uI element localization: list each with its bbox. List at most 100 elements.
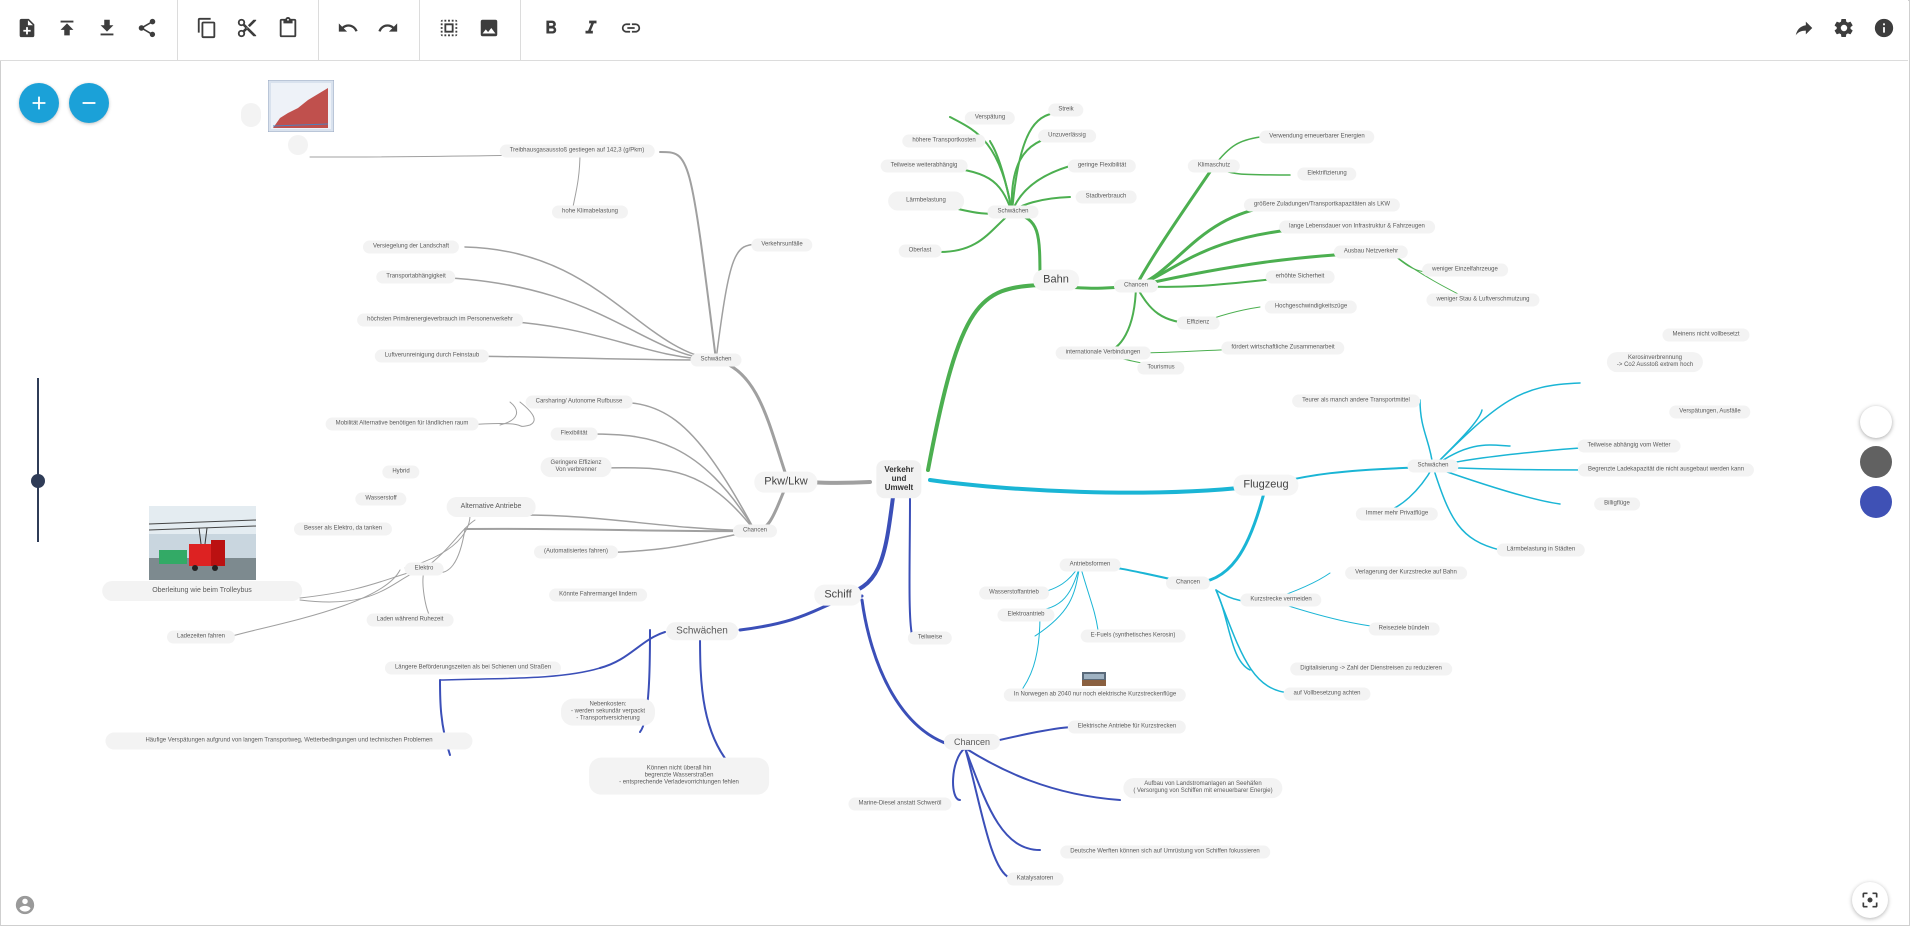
pkw-hybrid-node[interactable]: Hybrid <box>382 465 420 479</box>
pkw-node[interactable]: Pkw/Lkw <box>754 471 818 493</box>
bahn-wirtschaft-node[interactable]: fördert wirtschaftliche Zusammenarbeit <box>1221 341 1345 355</box>
flugzeug-laermstaedte-node[interactable]: Lärmbelastung in Städten <box>1496 543 1586 557</box>
flugzeug-verspaetungen-node[interactable]: Verspätungen, Ausfälle <box>1669 405 1751 419</box>
flugzeug-verlagerung-node[interactable]: Verlagerung der Kurzstrecke auf Bahn <box>1345 566 1467 580</box>
pkw-carsharing-node[interactable]: Carsharing/ Autonome Rufbusse <box>525 395 633 409</box>
pkw-primaer-node[interactable]: höchsten Primärenergieverbrauch im Perso… <box>357 313 523 327</box>
pkw-klima-node[interactable]: hohe Klimabelastung <box>551 205 629 219</box>
flugzeug-vollbesetzung-node[interactable]: auf Vollbesetzung achten <box>1283 687 1371 701</box>
bahn-unzuverlaessig-node[interactable]: Unzuverlässig <box>1038 129 1096 143</box>
bahn-lebensdauer-node[interactable]: lange Lebensdauer von Infrastruktur & Fa… <box>1279 220 1435 234</box>
select-area-icon[interactable] <box>431 10 467 46</box>
bahn-international-node[interactable]: internationale Verbindungen <box>1055 346 1151 360</box>
bold-icon[interactable] <box>533 10 569 46</box>
bahn-schwaechen-node[interactable]: Schwächen <box>987 205 1039 219</box>
pkw-versiegelung-node[interactable]: Versiegelung der Landschaft <box>362 240 460 254</box>
flugzeug-teurer-node[interactable]: Teurer als manch andere Transportmittel <box>1292 394 1420 408</box>
schiff-schwaechen-node[interactable]: Schwächen <box>666 622 738 640</box>
link-icon[interactable] <box>613 10 649 46</box>
schiff-laengere-node[interactable]: Längere Beförderungszeiten als bei Schie… <box>384 661 562 675</box>
flugzeug-kurzstrecke-node[interactable]: Kurzstrecke vermeiden <box>1240 593 1322 607</box>
pkw-schwaechen-node[interactable]: Schwächen <box>690 353 742 367</box>
bahn-flexibel-node[interactable]: geringe Flexibilität <box>1067 159 1137 173</box>
pkw-flexibilitaet-node[interactable]: Flexibilität <box>550 427 598 441</box>
color-swatch-blue[interactable] <box>1860 486 1892 518</box>
flugzeug-schwaechen-node[interactable]: Schwächen <box>1407 459 1459 473</box>
pkw-geringere-node[interactable]: Geringere Effizienz Von verbrenner <box>540 457 612 477</box>
pkw-chancen-node[interactable]: Chancen <box>732 524 778 538</box>
center-view-button[interactable] <box>1852 882 1888 918</box>
download-icon[interactable] <box>89 10 125 46</box>
flight-thumbnail-image[interactable] <box>1082 672 1106 686</box>
bahn-erneuerbar-node[interactable]: Verwendung erneuerbarer Energien <box>1259 130 1375 144</box>
new-file-icon[interactable] <box>9 10 45 46</box>
share-arrow-icon[interactable] <box>1786 10 1822 46</box>
schiff-chancen-node[interactable]: Chancen <box>943 733 1001 751</box>
flugzeug-elektro-node[interactable]: Elektroantrieb <box>997 608 1055 622</box>
schiff-marine-node[interactable]: Marine-Diesel anstatt Schweröl <box>848 797 952 811</box>
settings-icon[interactable] <box>1826 10 1862 46</box>
bahn-verspaetung-node[interactable]: Verspätung <box>964 111 1016 125</box>
zoom-slider-thumb[interactable] <box>31 474 45 488</box>
flugzeug-chancen-node[interactable]: Chancen <box>1165 576 1211 590</box>
pkw-fahrermangel-node[interactable]: Könnte Fahrermangel lindern <box>549 588 647 602</box>
flugzeug-wetter-node[interactable]: Teilweise abhängig vom Wetter <box>1577 439 1681 453</box>
pkw-alternative-node[interactable]: Alternative Antriebe <box>446 496 536 518</box>
flugzeug-efuels-node[interactable]: E-Fuels (synthetisches Kerosin) <box>1080 629 1186 643</box>
schiff-elektrisch-node[interactable]: Elektrische Antriebe für Kurzstrecken <box>1067 720 1187 734</box>
flugzeug-privat-node[interactable]: Immer mehr Privatflüge <box>1355 507 1439 521</box>
bahn-hochgeschwindigkeit-node[interactable]: Hochgeschwindigkeitszüge <box>1264 300 1358 314</box>
pkw-luft-node[interactable]: Luftverunreinigung durch Feinstaub <box>374 349 490 363</box>
bahn-groesser-node[interactable]: größere Zuladungen/Transportkapazitäten … <box>1243 198 1401 212</box>
upload-icon[interactable] <box>49 10 85 46</box>
pkw-ladezeiten-node[interactable]: Ladezeiten fahren <box>166 630 236 644</box>
share-icon[interactable] <box>129 10 165 46</box>
pkw-besser-node[interactable]: Besser als Elektro, da tanken <box>293 522 393 536</box>
pkw-transport-node[interactable]: Transportabhängigkeit <box>376 270 456 284</box>
image-icon[interactable] <box>471 10 507 46</box>
flugzeug-wasserstoff-node[interactable]: Wasserstoffantrieb <box>979 586 1049 600</box>
redo-icon[interactable] <box>370 10 406 46</box>
pkw-mobilitaet-node[interactable]: Mobilität Alternative benötigen für länd… <box>325 417 479 431</box>
schiff-landstrom-node[interactable]: Aufbau von Landstromanlagen an Seehäfen … <box>1123 778 1283 798</box>
bahn-laerm-node[interactable]: Lärmbelastung <box>888 191 964 211</box>
paste-icon[interactable] <box>270 10 306 46</box>
schiff-verspaetungen-node[interactable]: Häufige Verspätungen aufgrund von langem… <box>105 732 473 750</box>
schiff-katalysatoren-node[interactable]: Katalysatoren <box>1006 872 1064 886</box>
bahn-tourismus-node[interactable]: Tourismus <box>1137 361 1185 375</box>
bahn-hoehere-node[interactable]: höhere Transportkosten <box>902 134 986 148</box>
bahn-node[interactable]: Bahn <box>1033 269 1079 291</box>
bahn-stau-node[interactable]: weniger Stau & Luftverschmutzung <box>1426 293 1540 307</box>
bahn-einzel-node[interactable]: weniger Einzelfahrzeuge <box>1422 263 1508 277</box>
chart-thumbnail-image[interactable] <box>268 80 334 132</box>
schiff-koennen-node[interactable]: Können nicht überall hin begrenzte Wasse… <box>589 757 769 795</box>
cut-icon[interactable] <box>229 10 265 46</box>
flugzeug-digital-node[interactable]: Digitalisierung -> Zahl der Dienstreisen… <box>1290 662 1452 676</box>
info-icon[interactable] <box>1866 10 1902 46</box>
bahn-sicherheit-node[interactable]: erhöhte Sicherheit <box>1265 270 1335 284</box>
zoom-slider-track[interactable] <box>37 378 39 542</box>
bahn-elektrifizierung-node[interactable]: Elektrifizierung <box>1297 167 1357 181</box>
flugzeug-antriebsformen-node[interactable]: Antriebsformen <box>1059 558 1121 572</box>
bahn-teilweise-node[interactable]: Teilweise weiterabhängig <box>880 159 968 173</box>
flugzeug-kerosin-node[interactable]: Kerosinverbrennung -> Co2 Ausstoß extrem… <box>1606 352 1704 372</box>
user-account-icon[interactable] <box>14 894 36 916</box>
color-swatch-white[interactable] <box>1860 406 1892 438</box>
pkw-treibhaus-node[interactable]: Treibhausgasausstoß gestiegen auf 142,3 … <box>499 144 655 158</box>
flugzeug-reiseziele-node[interactable]: Reiseziele bündeln <box>1368 622 1440 636</box>
bahn-klimaschutz-node[interactable]: Klimaschutz <box>1187 159 1241 173</box>
pkw-verkehrsunfaelle-node[interactable]: Verkehrsunfälle <box>751 238 813 252</box>
color-swatch-gray[interactable] <box>1860 446 1892 478</box>
trolley-truck-image[interactable] <box>149 506 256 580</box>
pkw-wasserstoff-node[interactable]: Wasserstoff <box>355 492 407 506</box>
flugzeug-billig-node[interactable]: Billigflüge <box>1594 497 1640 511</box>
pkw-elektro-node[interactable]: Elektro <box>404 562 444 576</box>
bahn-effizienz-node[interactable]: Effizienz <box>1176 316 1220 330</box>
schiff-nebenkosten-node[interactable]: Nebenkosten: - werden sekundär verpackt … <box>560 698 656 726</box>
schiff-node[interactable]: Schiff <box>814 584 862 606</box>
italic-icon[interactable] <box>573 10 609 46</box>
bahn-staedte-node[interactable]: Stadtverbrauch <box>1075 190 1137 204</box>
bahn-oberlast-node[interactable]: Oberlast <box>898 244 942 258</box>
zoom-out-button[interactable] <box>69 83 109 123</box>
flugzeug-node[interactable]: Flugzeug <box>1233 474 1299 496</box>
